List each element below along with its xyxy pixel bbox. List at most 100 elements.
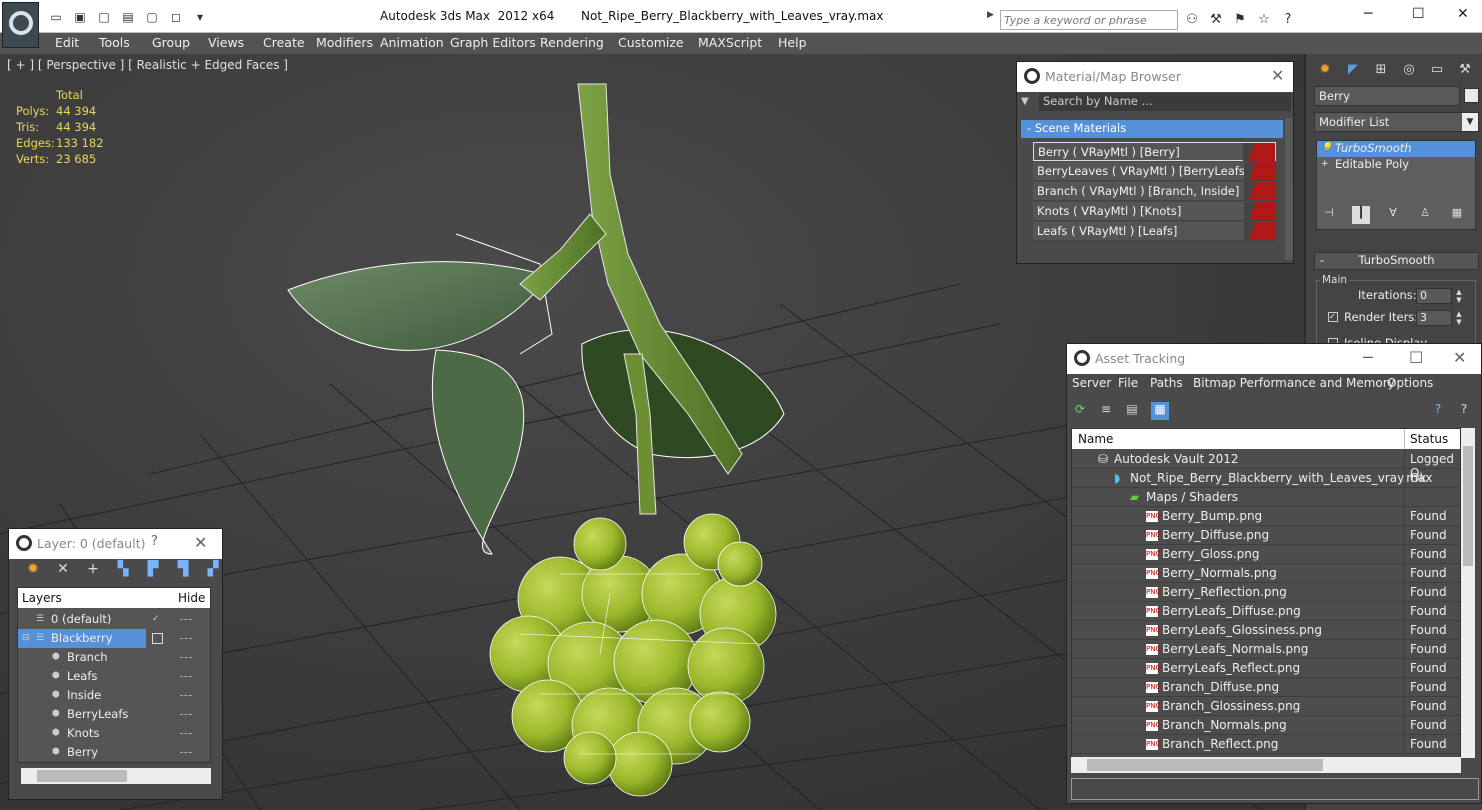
thumbnail-view-icon[interactable]: ▤ [1123,402,1141,420]
layer-row[interactable]: ⬢ Branch [18,648,210,667]
maximize-icon[interactable]: ☐ [1409,348,1423,367]
menu-maxscript[interactable]: MAXScript [698,35,762,50]
project-folder-icon[interactable]: ▤ [118,9,138,25]
menu-rendering[interactable]: Rendering [540,35,604,50]
column-hide[interactable]: Hide [178,591,205,605]
search-input[interactable]: Type a keyword or phrase [1000,10,1178,30]
menu-graph-editors[interactable]: Graph Editors [450,35,536,50]
options-dropdown-icon[interactable]: ▼ [1021,96,1029,107]
vertical-scrollbar[interactable] [1461,428,1475,758]
table-row[interactable]: ▰ Maps / Shaders [1072,488,1460,507]
scrollbar-thumb[interactable] [1087,759,1323,771]
help-button[interactable]: ? [151,534,158,549]
menu-customize[interactable]: Customize [618,35,684,50]
freeze-all-icon[interactable]: ▞ [201,561,225,583]
wrench-icon[interactable]: ⚒ [1206,10,1226,28]
hierarchy-tab-icon[interactable]: ⊞ [1370,58,1392,80]
menu-file[interactable]: File [1118,376,1138,390]
menu-bitmap-performance[interactable]: Bitmap Performance and Memory [1193,376,1395,390]
hide-toggle[interactable] [180,733,192,734]
reset-icon[interactable]: ▢ [142,9,162,25]
save-icon[interactable]: ▣ [70,9,90,25]
hide-toggle[interactable] [180,638,192,639]
pin-stack-icon[interactable]: ⊣ [1320,206,1338,224]
material-item[interactable]: Berry ( VRayMtl ) [Berry] [1033,142,1276,161]
menu-modifiers[interactable]: Modifiers [316,35,373,50]
table-row[interactable]: ⛁ Autodesk Vault 2012 Logged O [1072,450,1460,480]
scrollbar-thumb[interactable] [37,770,127,782]
utilities-tab-icon[interactable]: ⚒ [1454,58,1476,80]
horizontal-scrollbar[interactable] [1071,757,1461,773]
render-iters-spinner[interactable]: 3 [1416,310,1452,326]
menu-options[interactable]: Options [1387,376,1433,390]
close-icon[interactable]: ✕ [1453,348,1466,367]
table-row[interactable]: PNG BerryLeafs_Glossiness.png Found [1072,621,1460,640]
spinner-arrows-icon[interactable]: ▲ ▼ [1454,288,1464,304]
modify-tab-icon[interactable]: ◤ [1342,58,1364,80]
horizontal-scrollbar[interactable] [21,768,211,784]
motion-tab-icon[interactable]: ◎ [1398,58,1420,80]
close-button[interactable]: ✕ [1457,6,1469,22]
menu-tools[interactable]: Tools [99,35,130,50]
layer-row[interactable]: ☰ 0 (default) ✓ [18,610,210,629]
table-row[interactable]: PNG Berry_Gloss.png Found [1072,545,1460,564]
communication-icon[interactable]: ⚑ [1230,10,1250,28]
menu-animation[interactable]: Animation [380,35,444,50]
configure-sets-icon[interactable]: ▦ [1448,206,1466,224]
delete-layer-icon[interactable]: ✕ [51,561,75,583]
minimize-button[interactable]: ─ [1364,6,1372,22]
hide-toggle[interactable] [180,752,192,753]
column-name[interactable]: Name [1078,432,1113,446]
layer-manager-titlebar[interactable]: Layer: 0 (default) ? ✕ [9,529,222,559]
hide-toggle[interactable] [180,657,192,658]
table-row[interactable]: ◗ Not_Ripe_Berry_Blackberry_with_Leaves_… [1072,469,1460,488]
context-help-icon[interactable]: ? [1455,402,1473,420]
binoculars-icon[interactable]: ⚇ [1182,10,1202,28]
material-item[interactable]: BerryLeaves ( VRayMtl ) [BerryLeafs] [1033,162,1276,181]
menu-edit[interactable]: Edit [55,35,79,50]
minimize-icon[interactable]: ─ [1363,348,1373,367]
menu-create[interactable]: Create [263,35,305,50]
close-icon[interactable]: ✕ [194,533,207,552]
menu-group[interactable]: Group [152,35,190,50]
table-row[interactable]: PNG BerryLeafs_Diffuse.png Found [1072,602,1460,621]
stack-item-editable-poly[interactable]: + Editable Poly [1317,157,1475,173]
scene-materials-header[interactable]: - Scene Materials [1021,120,1283,138]
layer-row[interactable]: ⬢ Knots [18,724,210,743]
add-to-layer-icon[interactable]: + [81,561,105,583]
search-expand-icon[interactable]: ▶ [987,10,999,24]
table-row[interactable]: PNG Branch_Normals.png Found [1072,716,1460,735]
layer-row[interactable]: ⬢ Inside [18,686,210,705]
asset-path-field[interactable] [1071,778,1479,800]
favorites-star-icon[interactable]: ☆ [1254,10,1274,28]
menu-paths[interactable]: Paths [1150,376,1183,390]
scrollbar-thumb[interactable] [1463,446,1473,566]
layer-row[interactable]: ⊟ ☰ Blackberry [18,629,192,648]
display-tab-icon[interactable]: ▭ [1426,58,1448,80]
table-row[interactable]: PNG Branch_Diffuse.png Found [1072,678,1460,697]
hide-toggle[interactable] [180,619,192,620]
create-layer-icon[interactable]: ✹ [21,561,45,583]
table-row[interactable]: PNG Berry_Reflection.png Found [1072,583,1460,602]
material-item[interactable]: Branch ( VRayMtl ) [Branch, Inside] [1033,182,1276,201]
table-row[interactable]: PNG Branch_Glossiness.png Found [1072,697,1460,716]
viewport-label[interactable]: [ + ] [ Perspective ] [ Realistic + Edge… [7,58,288,72]
new-scene-icon[interactable]: □ [94,9,114,25]
layer-row[interactable]: ⬢ BerryLeafs [18,705,210,724]
refresh-icon[interactable]: ⟳ [1071,402,1089,420]
select-objects-icon[interactable]: ▚ [111,561,135,583]
table-view-icon[interactable]: ▦ [1151,402,1169,420]
collapse-icon[interactable]: ⊟ [22,633,33,644]
object-name-field[interactable]: Berry [1314,86,1460,106]
table-row[interactable]: PNG BerryLeafs_Reflect.png Found [1072,659,1460,678]
table-row[interactable]: PNG Berry_Bump.png Found [1072,507,1460,526]
asset-tracking-titlebar[interactable]: Asset Tracking ─ ☐ ✕ [1067,344,1481,374]
material-search-input[interactable]: Search by Name ... [1039,93,1291,111]
hide-toggle[interactable] [180,714,192,715]
material-browser-titlebar[interactable]: Material/Map Browser ✕ [1017,62,1293,92]
table-row[interactable]: PNG Berry_Normals.png Found [1072,564,1460,583]
table-row[interactable]: PNG Branch_Reflect.png Found [1072,735,1460,754]
create-tab-icon[interactable]: ✹ [1314,58,1336,80]
hold-icon[interactable]: ◻ [166,9,186,25]
table-row[interactable]: PNG Berry_Diffuse.png Found [1072,526,1460,545]
